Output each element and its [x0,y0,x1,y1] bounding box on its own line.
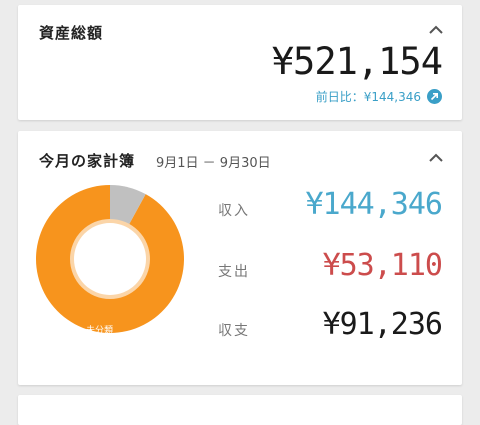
next-card [18,395,462,425]
income-label: 収入 [218,203,250,219]
total-assets-card: 資産総額 ¥521,154 前日比：¥144,346 [18,5,462,120]
monthly-budget-title: 今月の家計簿 [39,152,136,170]
monthly-budget-card: 今月の家計簿 9月1日 － 9月30日 未分類 収入 ¥144,346 支出 ¥… [18,131,462,385]
chevron-up-icon[interactable] [428,25,444,35]
expense-label: 支出 [218,264,250,280]
chevron-up-icon[interactable] [428,153,444,163]
arrow-up-right-icon [427,89,442,104]
total-assets-value: ¥521,154 [271,40,443,83]
category-donut-chart[interactable] [35,184,185,334]
donut-segment-label: 未分類 [86,326,114,336]
daily-change[interactable]: 前日比：¥144,346 [316,88,442,105]
daily-change-label: 前日比：¥144,346 [315,90,421,104]
total-assets-title: 資産総額 [39,24,104,42]
income-value[interactable]: ¥144,346 [306,187,443,222]
period-range[interactable]: 9月1日 － 9月30日 [156,152,271,171]
expense-value[interactable]: ¥53,110 [323,248,443,283]
balance-value[interactable]: ¥91,236 [323,307,443,342]
donut-hole [74,223,146,295]
balance-label: 収支 [218,323,250,339]
